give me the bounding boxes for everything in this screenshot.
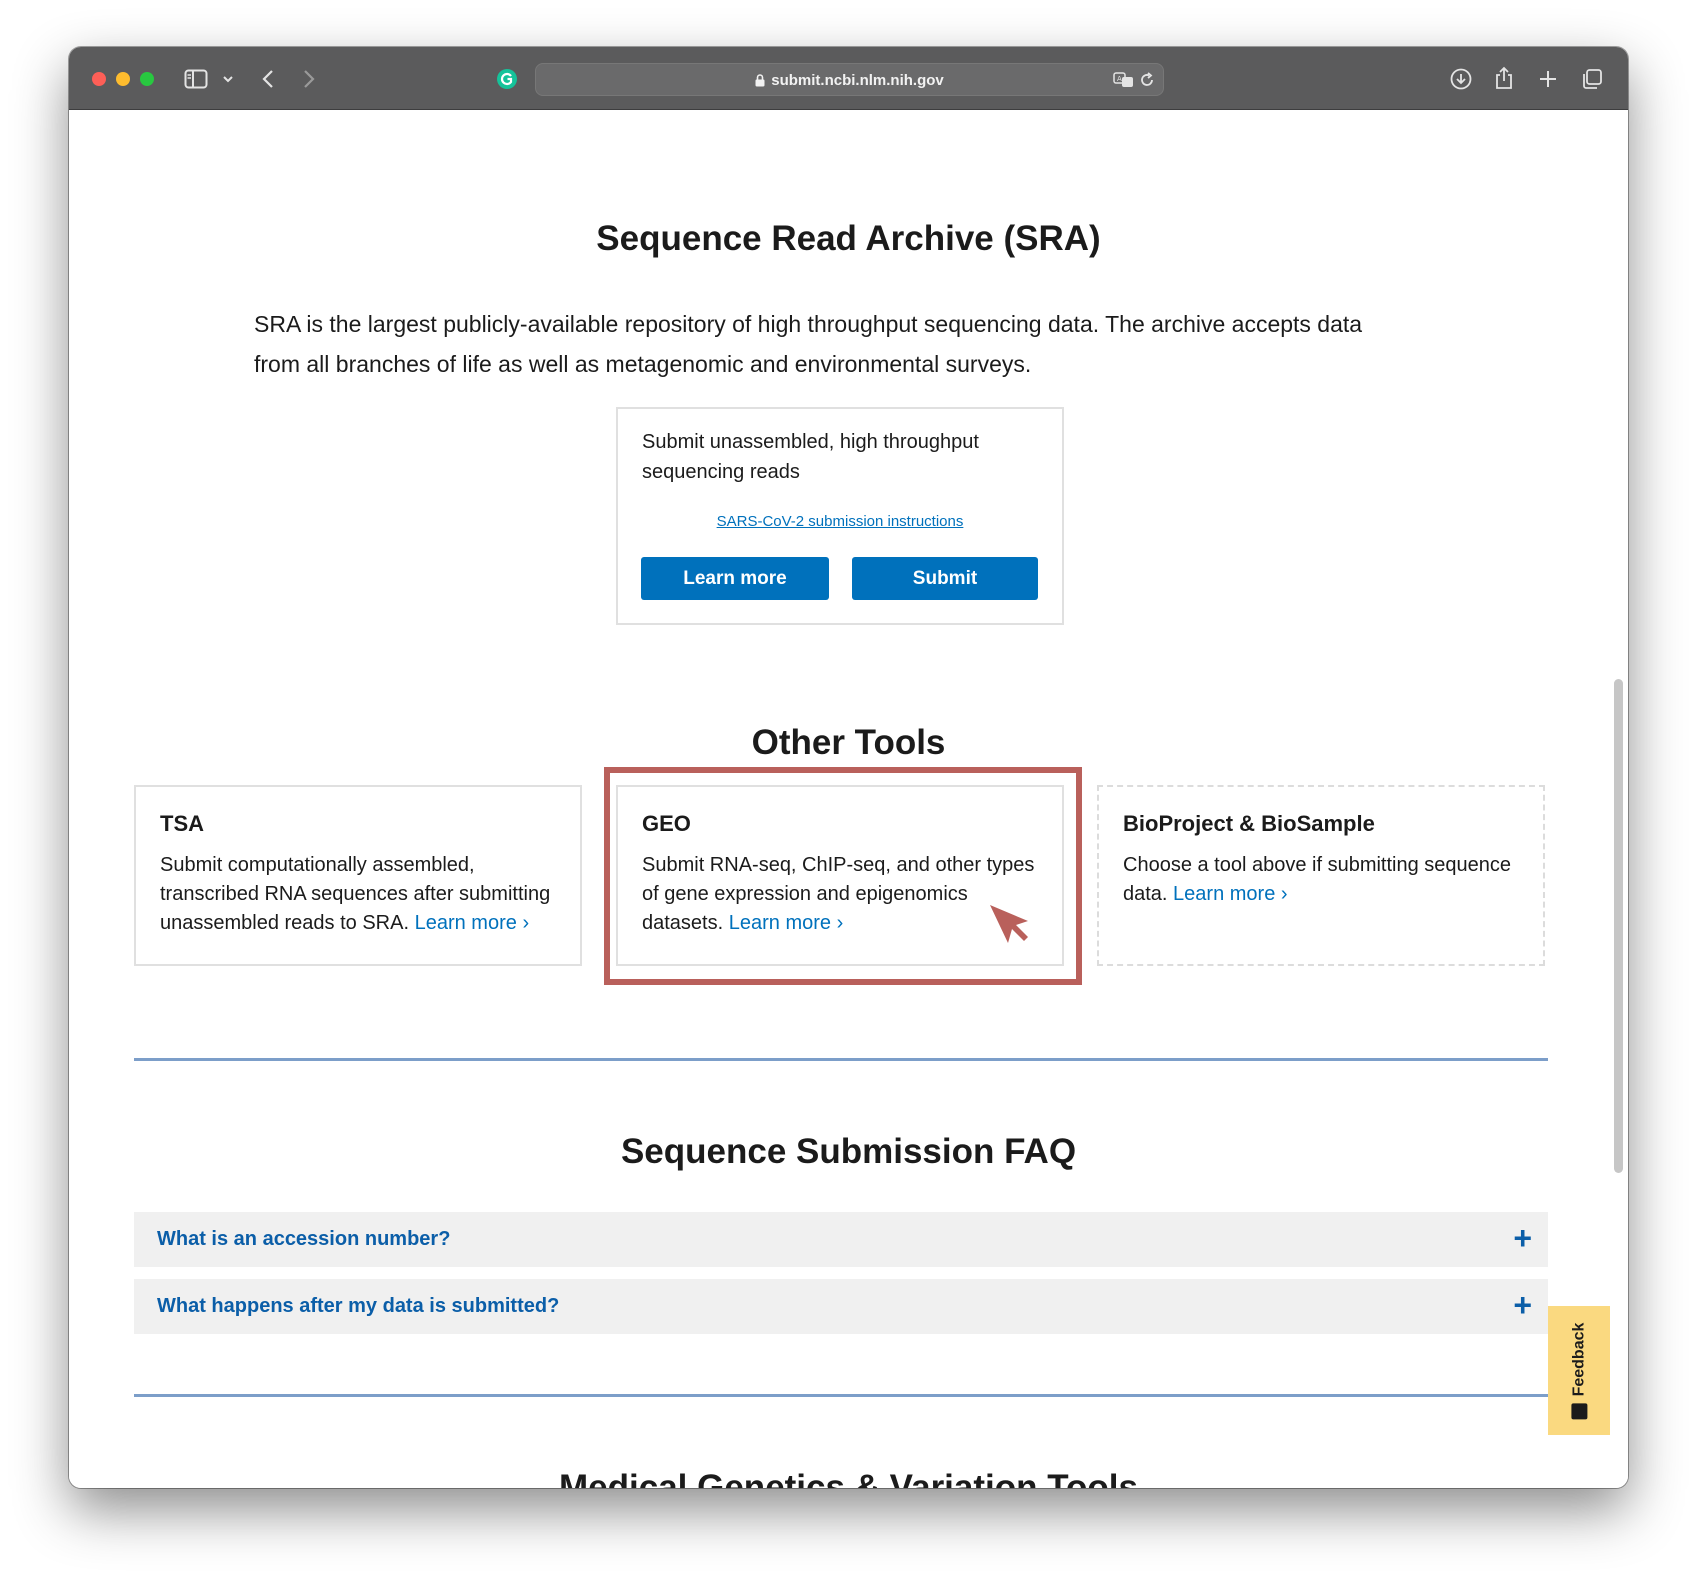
- bioproject-learn-more-label: Learn more: [1173, 883, 1276, 905]
- svg-text:A: A: [1117, 75, 1122, 83]
- sra-card-description: Submit unassembled, high throughput sequ…: [642, 431, 979, 483]
- feedback-tab[interactable]: Feedback: [1548, 1306, 1610, 1435]
- forward-icon[interactable]: [300, 67, 318, 91]
- share-icon[interactable]: [1493, 65, 1515, 91]
- medgen-heading: Medical Genetics & Variation Tools: [559, 1468, 1138, 1488]
- chevron-right-icon: ›: [522, 912, 530, 934]
- url-text: submit.ncbi.nlm.nih.gov: [536, 72, 1163, 91]
- chevron-down-icon[interactable]: [222, 71, 234, 87]
- chevron-right-icon: ›: [1280, 883, 1288, 905]
- feedback-icon: [1571, 1402, 1587, 1419]
- download-icon[interactable]: [1449, 67, 1473, 91]
- faq-item-accession[interactable]: What is an accession number? +: [134, 1212, 1548, 1267]
- faq-question: What happens after my data is submitted?: [157, 1295, 560, 1317]
- plus-icon[interactable]: +: [1513, 1222, 1532, 1254]
- sra-intro-line1: SRA is the largest publicly-available re…: [254, 311, 1363, 337]
- sidebar-icon[interactable]: [184, 68, 208, 90]
- browser-toolbar: submit.ncbi.nlm.nih.gov A: [69, 47, 1628, 110]
- chevron-right-icon: ›: [836, 912, 844, 934]
- faq-question: What is an accession number?: [157, 1228, 451, 1250]
- bioproject-biosample-card: BioProject & BioSample Choose a tool abo…: [1097, 785, 1545, 966]
- grammarly-icon[interactable]: [495, 67, 519, 91]
- back-icon[interactable]: [259, 67, 277, 91]
- bioproject-card-title: BioProject & BioSample: [1123, 811, 1375, 836]
- sra-learn-more-button[interactable]: Learn more: [641, 557, 829, 600]
- close-window-button[interactable]: [92, 72, 106, 86]
- reload-icon[interactable]: [1138, 70, 1156, 90]
- address-bar[interactable]: submit.ncbi.nlm.nih.gov A: [535, 63, 1164, 96]
- tsa-card: TSA Submit computationally assembled, tr…: [134, 785, 582, 966]
- new-tab-icon[interactable]: [1537, 68, 1559, 90]
- section-divider: [134, 1058, 1548, 1061]
- section-divider: [134, 1394, 1548, 1397]
- faq-heading: Sequence Submission FAQ: [620, 1132, 1077, 1171]
- faq-item-after-submission[interactable]: What happens after my data is submitted?…: [134, 1279, 1548, 1334]
- sra-submit-card: Submit unassembled, high throughput sequ…: [616, 407, 1064, 625]
- tsa-learn-more-link[interactable]: Learn more ›: [415, 912, 530, 934]
- tabs-overview-icon[interactable]: [1580, 67, 1604, 91]
- translate-icon[interactable]: A: [1113, 70, 1135, 90]
- lock-icon: [755, 74, 765, 91]
- sra-intro-line2: from all branches of life as well as met…: [254, 351, 1032, 377]
- bioproject-card-description: Choose a tool above if submitting sequen…: [1123, 851, 1533, 909]
- geo-card-title: GEO: [642, 811, 691, 836]
- bioproject-learn-more-link[interactable]: Learn more ›: [1173, 883, 1288, 905]
- other-tools-heading: Other Tools: [751, 723, 946, 762]
- tsa-learn-more-label: Learn more: [414, 912, 517, 934]
- tsa-card-title: TSA: [160, 811, 204, 836]
- page-viewport: Sequence Read Archive (SRA) SRA is the l…: [69, 111, 1628, 1488]
- tsa-card-description: Submit computationally assembled, transc…: [160, 851, 570, 938]
- vertical-scrollbar[interactable]: [1614, 679, 1623, 1173]
- minimize-window-button[interactable]: [116, 72, 130, 86]
- sra-heading: Sequence Read Archive (SRA): [596, 219, 1101, 258]
- browser-window: submit.ncbi.nlm.nih.gov A Sequence Read …: [69, 47, 1628, 1488]
- feedback-label: Feedback: [1570, 1322, 1587, 1396]
- sra-submit-button[interactable]: Submit: [852, 557, 1038, 600]
- sra-intro: SRA is the largest publicly-available re…: [254, 304, 1404, 384]
- sars-cov-2-instructions-link[interactable]: SARS-CoV-2 submission instructions: [618, 513, 1062, 530]
- geo-learn-more-label: Learn more: [728, 912, 832, 934]
- zoom-window-button[interactable]: [140, 72, 154, 86]
- cursor-arrow-icon: [988, 903, 1030, 950]
- geo-card: GEO Submit RNA-seq, ChIP-seq, and other …: [616, 785, 1064, 966]
- plus-icon[interactable]: +: [1513, 1289, 1532, 1321]
- url-value: submit.ncbi.nlm.nih.gov: [771, 72, 944, 89]
- geo-learn-more-link[interactable]: Learn more ›: [729, 912, 844, 934]
